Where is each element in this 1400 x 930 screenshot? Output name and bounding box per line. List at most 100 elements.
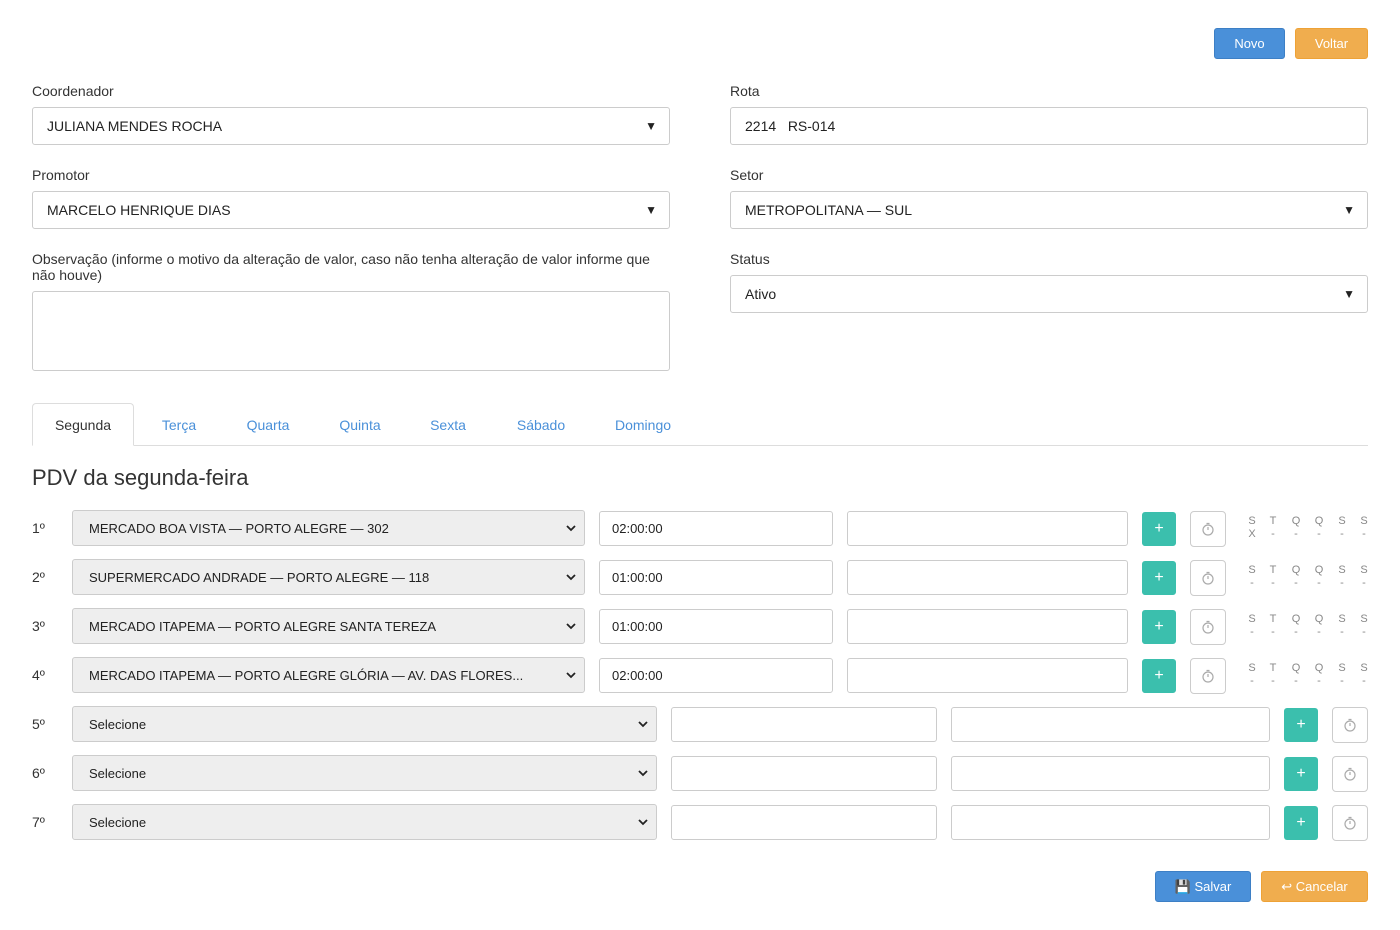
note-input[interactable] [951, 756, 1270, 791]
tab-domingo[interactable]: Domingo [602, 403, 684, 446]
day-indicator: Q [1314, 564, 1324, 576]
plus-icon: + [1154, 569, 1164, 586]
caret-down-icon: ▼ [1343, 287, 1355, 301]
row-number: 1º [32, 520, 45, 536]
plus-icon: + [1296, 716, 1306, 733]
pdv-select-value: MERCADO ITAPEMA — PORTO ALEGRE SANTA TER… [89, 618, 436, 634]
voltar-button[interactable]: Voltar [1295, 28, 1368, 59]
cancelar-button[interactable]: ↩ Cancelar [1261, 871, 1368, 902]
timer-button[interactable] [1190, 560, 1226, 596]
pdv-select[interactable]: MERCADO ITAPEMA — PORTO ALEGRE SANTA TER… [72, 608, 585, 644]
time-input[interactable]: 02:00:00 [599, 511, 833, 546]
note-input[interactable] [847, 658, 1128, 693]
add-button[interactable]: + [1284, 806, 1318, 840]
day-indicator: S [1360, 564, 1368, 576]
promotor-select[interactable]: MARCELO HENRIQUE DIAS ▼ [32, 191, 670, 229]
coordenador-value: JULIANA MENDES ROCHA [47, 118, 223, 134]
add-button[interactable]: + [1142, 512, 1176, 546]
plus-icon: + [1296, 814, 1306, 831]
row-number: 4º [32, 667, 45, 683]
status-select[interactable]: Ativo ▼ [730, 275, 1368, 313]
day-indicator: - [1271, 675, 1275, 687]
timer-button[interactable] [1332, 707, 1368, 743]
day-indicator: S [1338, 613, 1346, 625]
timer-button[interactable] [1190, 609, 1226, 645]
day-indicator: - [1317, 577, 1321, 589]
add-button[interactable]: + [1142, 610, 1176, 644]
caret-down-icon: ▼ [1343, 203, 1355, 217]
time-input[interactable]: 01:00:00 [599, 560, 833, 595]
setor-value: METROPOLITANA — SUL [745, 202, 912, 218]
chevron-down-icon [566, 623, 576, 630]
time-input[interactable] [671, 707, 937, 742]
time-input[interactable] [671, 756, 937, 791]
note-input[interactable] [847, 511, 1128, 546]
timer-button[interactable] [1332, 805, 1368, 841]
day-indicator: S [1248, 662, 1256, 674]
coordenador-select[interactable]: JULIANA MENDES ROCHA ▼ [32, 107, 670, 145]
pdv-select[interactable]: Selecione [72, 755, 657, 791]
add-button[interactable]: + [1284, 708, 1318, 742]
time-input[interactable]: 01:00:00 [599, 609, 833, 644]
pdv-select-value: Selecione [89, 716, 147, 732]
note-input[interactable] [847, 609, 1128, 644]
day-indicator: - [1294, 528, 1298, 540]
pdv-select-value: MERCADO ITAPEMA — PORTO ALEGRE GLÓRIA — … [89, 667, 524, 683]
add-button[interactable]: + [1284, 757, 1318, 791]
promotor-value: MARCELO HENRIQUE DIAS [47, 202, 231, 218]
promotor-label: Promotor [32, 167, 90, 183]
pdv-select[interactable]: MERCADO ITAPEMA — PORTO ALEGRE GLÓRIA — … [72, 657, 585, 693]
day-indicator: - [1340, 626, 1344, 638]
day-indicator: - [1362, 577, 1366, 589]
pdv-select[interactable]: Selecione [72, 706, 657, 742]
add-button[interactable]: + [1142, 561, 1176, 595]
day-indicator: - [1294, 675, 1298, 687]
plus-icon: + [1154, 667, 1164, 684]
observacao-textarea[interactable] [32, 291, 670, 371]
day-indicator: - [1340, 528, 1344, 540]
day-indicator: - [1250, 675, 1254, 687]
day-indicator: - [1294, 626, 1298, 638]
tab-terca[interactable]: Terça [148, 403, 210, 446]
day-indicator: S [1338, 515, 1346, 527]
chevron-down-icon [566, 574, 576, 581]
tab-sexta[interactable]: Sexta [416, 403, 480, 446]
tab-segunda[interactable]: Segunda [32, 403, 134, 446]
tab-sabado[interactable]: Sábado [502, 403, 580, 446]
salvar-button[interactable]: 💾 Salvar [1155, 871, 1251, 902]
day-indicator: S [1360, 613, 1368, 625]
time-input[interactable] [671, 805, 937, 840]
note-input[interactable] [951, 805, 1270, 840]
rota-input[interactable]: 2214 RS-014 [730, 107, 1368, 145]
day-indicator: T [1269, 613, 1277, 625]
day-indicator: T [1269, 662, 1277, 674]
pdv-select[interactable]: Selecione [72, 804, 657, 840]
rota-label: Rota [730, 83, 760, 99]
time-input[interactable]: 02:00:00 [599, 658, 833, 693]
plus-icon: + [1296, 765, 1306, 782]
timer-button[interactable] [1190, 658, 1226, 694]
tab-quarta[interactable]: Quarta [232, 403, 304, 446]
day-indicator: S [1248, 564, 1256, 576]
timer-button[interactable] [1332, 756, 1368, 792]
row-number: 3º [32, 618, 45, 634]
day-indicators: S T Q Q S S - - - - - - [1245, 662, 1375, 692]
chevron-down-icon [566, 525, 576, 532]
tab-quinta[interactable]: Quinta [326, 403, 394, 446]
note-input[interactable] [847, 560, 1128, 595]
day-indicator: - [1317, 675, 1321, 687]
note-input[interactable] [951, 707, 1270, 742]
day-indicator: - [1362, 626, 1366, 638]
timer-button[interactable] [1190, 511, 1226, 547]
day-indicator: S [1360, 662, 1368, 674]
stopwatch-icon [1344, 718, 1356, 732]
add-button[interactable]: + [1142, 659, 1176, 693]
novo-button[interactable]: Novo [1214, 28, 1285, 59]
stopwatch-icon [1344, 816, 1356, 830]
day-indicator: S [1248, 613, 1256, 625]
setor-select[interactable]: METROPOLITANA — SUL ▼ [730, 191, 1368, 229]
pdv-select[interactable]: MERCADO BOA VISTA — PORTO ALEGRE — 302 [72, 510, 585, 546]
pdv-select[interactable]: SUPERMERCADO ANDRADE — PORTO ALEGRE — 11… [72, 559, 585, 595]
plus-icon: + [1154, 618, 1164, 635]
day-indicator: S [1360, 515, 1368, 527]
